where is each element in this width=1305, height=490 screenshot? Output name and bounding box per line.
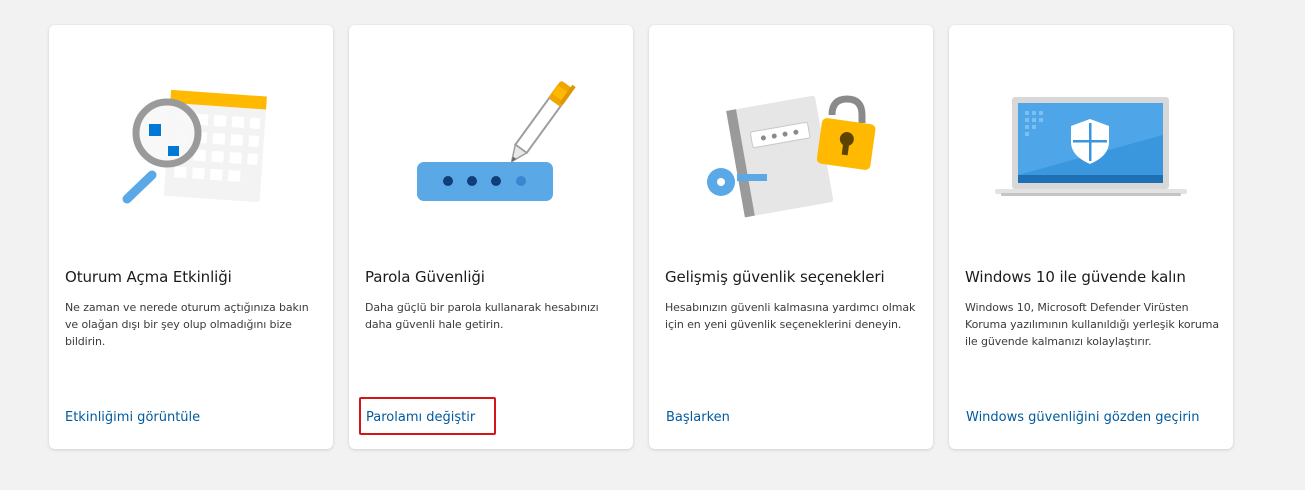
- card-password-security: Parola Güvenliği Daha güçlü bir parola k…: [349, 25, 633, 449]
- review-windows-security-link[interactable]: Windows güvenliğini gözden geçirin: [966, 410, 1200, 425]
- card-description: Windows 10, Microsoft Defender Virüsten …: [965, 301, 1220, 348]
- view-activity-link[interactable]: Etkinliğimi görüntüle: [65, 410, 200, 425]
- card-title: Oturum Açma Etkinliği: [65, 268, 232, 286]
- highlight-annotation: [359, 397, 496, 435]
- card-title: Windows 10 ile güvende kalın: [965, 268, 1186, 286]
- card-advanced-security: Gelişmiş güvenlik seçenekleri Hesabınızı…: [649, 25, 933, 449]
- card-sign-in-activity: Oturum Açma Etkinliği Ne zaman ve nerede…: [49, 25, 333, 449]
- laptop-shield-icon: [949, 25, 1233, 250]
- get-started-link[interactable]: Başlarken: [666, 410, 730, 425]
- magnifier-calendar-icon: [49, 25, 333, 250]
- card-description: Hesabınızın güvenli kalmasına yardımcı o…: [665, 301, 916, 331]
- card-title: Parola Güvenliği: [365, 268, 485, 286]
- password-pen-icon: [349, 25, 633, 250]
- key-notebook-lock-icon: [649, 25, 933, 250]
- card-windows-security: Windows 10 ile güvende kalın Windows 10,…: [949, 25, 1233, 449]
- card-title: Gelişmiş güvenlik seçenekleri: [665, 268, 885, 286]
- card-description: Ne zaman ve nerede oturum açtığınıza bak…: [65, 301, 309, 348]
- card-description: Daha güçlü bir parola kullanarak hesabın…: [365, 301, 599, 331]
